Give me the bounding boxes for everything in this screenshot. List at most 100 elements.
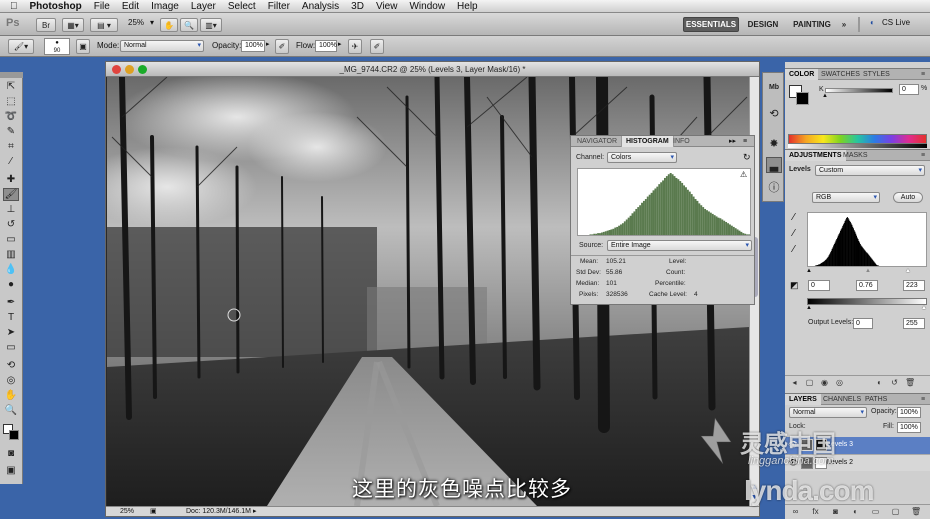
menu-view[interactable]: View	[370, 1, 404, 12]
input-black-handle[interactable]: ▲	[806, 268, 812, 274]
new-layer-icon[interactable]: ▢	[891, 507, 900, 516]
zoom-tool-icon[interactable]: 🔍	[3, 404, 19, 417]
grayscale-ramp[interactable]	[788, 144, 927, 148]
menu-layer[interactable]: Layer	[185, 1, 222, 12]
flow-field[interactable]: 100%	[315, 40, 337, 52]
rectangle-tool-icon[interactable]: ▭	[3, 341, 19, 354]
quick-mask-icon[interactable]: ◙	[3, 447, 19, 460]
document-title-bar[interactable]: _MG_9744.CR2 @ 25% (Levels 3, Layer Mask…	[106, 62, 759, 77]
source-select[interactable]: Entire Image	[607, 240, 752, 251]
eraser-tool-icon[interactable]: ▭	[3, 233, 19, 246]
lasso-tool-icon[interactable]: ➰	[3, 110, 19, 123]
menu-filter[interactable]: Filter	[262, 1, 296, 12]
zoom-tool-icon[interactable]: 🔍	[180, 18, 198, 32]
tablet-pressure-size-icon[interactable]: ✐	[370, 39, 384, 54]
k-value-field[interactable]: 0	[899, 84, 919, 95]
mini-bridge-panel-icon[interactable]: Mb	[766, 79, 782, 95]
bridge-icon[interactable]: Br	[36, 18, 56, 32]
eyedropper-tool-icon[interactable]: ⁄	[3, 155, 19, 168]
workspace-painting[interactable]: PAINTING	[790, 17, 834, 32]
black-point-eyedropper-icon[interactable]: ⁄	[793, 212, 795, 223]
color-bg-swatch[interactable]	[796, 92, 809, 105]
marquee-tool-icon[interactable]: ⬚	[3, 95, 19, 108]
tab-paths[interactable]: PATHS	[861, 394, 891, 405]
toolbox-header[interactable]	[0, 72, 23, 78]
clone-stamp-tool-icon[interactable]: ⊥	[3, 203, 19, 216]
white-point-eyedropper-icon[interactable]: ⁄	[793, 244, 795, 255]
output-white-handle[interactable]: ▲	[921, 305, 927, 311]
add-mask-icon[interactable]: ◙	[831, 507, 840, 516]
input-white-handle[interactable]: ▲	[905, 268, 911, 274]
3d-orbit-tool-icon[interactable]: ◎	[3, 374, 19, 387]
cache-warning-icon[interactable]: ⚠	[740, 170, 747, 179]
view-extras-button[interactable]: ▤ ▾	[90, 18, 118, 32]
menu-edit[interactable]: Edit	[116, 1, 145, 12]
levels-auto-button[interactable]: Auto	[893, 192, 923, 203]
crop-tool-icon[interactable]: ⌗	[3, 140, 19, 153]
type-tool-icon[interactable]: T	[3, 311, 19, 324]
k-slider[interactable]	[825, 88, 893, 93]
input-black-field[interactable]: 0	[808, 280, 830, 291]
tab-masks[interactable]: MASKS	[839, 150, 872, 161]
reset-icon[interactable]: ↺	[890, 378, 899, 387]
tab-channels[interactable]: CHANNELS	[819, 394, 865, 405]
layer-opacity-field[interactable]: 100%	[897, 407, 921, 418]
new-group-icon[interactable]: ▭	[871, 507, 880, 516]
tab-navigator[interactable]: NAVIGATOR	[573, 136, 621, 147]
menu-window[interactable]: Window	[403, 1, 451, 12]
return-to-list-icon[interactable]: ◂	[790, 378, 799, 387]
color-panel-menu-icon[interactable]: ≡	[917, 69, 929, 80]
layer-blend-mode-select[interactable]: Normal	[789, 407, 867, 418]
input-gray-handle[interactable]: ▲	[865, 268, 871, 274]
tab-adjustments[interactable]: ADJUSTMENTS	[785, 150, 846, 161]
clipping-icon[interactable]: ◩	[790, 280, 799, 291]
tab-histogram[interactable]: HISTOGRAM	[621, 136, 674, 147]
zoom-window-icon[interactable]	[138, 65, 147, 74]
workspace-design[interactable]: DESIGN	[745, 17, 781, 32]
screen-mode-icon[interactable]: ▣	[3, 464, 19, 477]
workspace-essentials[interactable]: ESSENTIALS	[683, 17, 739, 32]
mode-select[interactable]: Normal	[120, 40, 204, 52]
panel-menu-icon[interactable]: ≡	[743, 136, 747, 147]
adjustments-menu-icon[interactable]: ≡	[917, 150, 929, 161]
status-menu-icon[interactable]: ▸	[253, 507, 257, 516]
dodge-tool-icon[interactable]: ●	[3, 278, 19, 291]
menu-3d[interactable]: 3D	[345, 1, 370, 12]
more-workspaces-button[interactable]: »	[838, 17, 850, 32]
background-color-swatch[interactable]	[9, 430, 19, 440]
hand-tool-icon[interactable]: ✋	[3, 389, 19, 402]
hand-tool-icon[interactable]: ✋	[160, 18, 178, 32]
tab-layers[interactable]: LAYERS	[785, 394, 821, 405]
cs-live-button[interactable]: CS Live	[882, 18, 910, 27]
fill-field[interactable]: 100%	[897, 422, 921, 433]
brush-panel-toggle-icon[interactable]: ▣	[76, 39, 90, 54]
menu-image[interactable]: Image	[145, 1, 185, 12]
levels-channel-select[interactable]: RGB	[812, 192, 880, 203]
gray-point-eyedropper-icon[interactable]: ⁄	[793, 228, 795, 239]
link-layers-icon[interactable]: ∞	[791, 507, 800, 516]
menu-app-name[interactable]: Photoshop	[24, 1, 88, 12]
opacity-field[interactable]: 100%	[241, 40, 265, 52]
move-tool-icon[interactable]: ⇱	[3, 80, 19, 93]
output-black-handle[interactable]: ▲	[806, 305, 812, 311]
path-selection-tool-icon[interactable]: ➤	[3, 326, 19, 339]
visibility-toggle-icon[interactable]: ◎	[835, 378, 844, 387]
tab-styles[interactable]: STYLES	[859, 69, 894, 80]
panel-collapse-icon[interactable]: ▸▸	[729, 136, 736, 147]
input-white-field[interactable]: 223	[903, 280, 925, 291]
layers-menu-icon[interactable]: ≡	[917, 394, 929, 405]
3d-rotate-tool-icon[interactable]: ⟲	[3, 359, 19, 372]
brush-preset-picker[interactable]: ● 90	[44, 38, 70, 55]
k-slider-handle[interactable]: ▲	[822, 93, 828, 99]
status-zoom[interactable]: 25%	[120, 507, 134, 516]
output-black-field[interactable]: 0	[853, 318, 873, 329]
zoom-level[interactable]: 25%	[128, 18, 144, 27]
blur-tool-icon[interactable]: 💧	[3, 263, 19, 276]
mini-bridge-icon[interactable]: ▦▾	[62, 18, 84, 32]
histogram-panel-icon[interactable]: ▃	[766, 157, 782, 173]
history-brush-tool-icon[interactable]: ↺	[3, 218, 19, 231]
channel-select[interactable]: Colors	[607, 152, 677, 163]
tab-info[interactable]: INFO	[669, 136, 694, 147]
input-gray-field[interactable]: 0.76	[856, 280, 878, 291]
menu-analysis[interactable]: Analysis	[296, 1, 345, 12]
